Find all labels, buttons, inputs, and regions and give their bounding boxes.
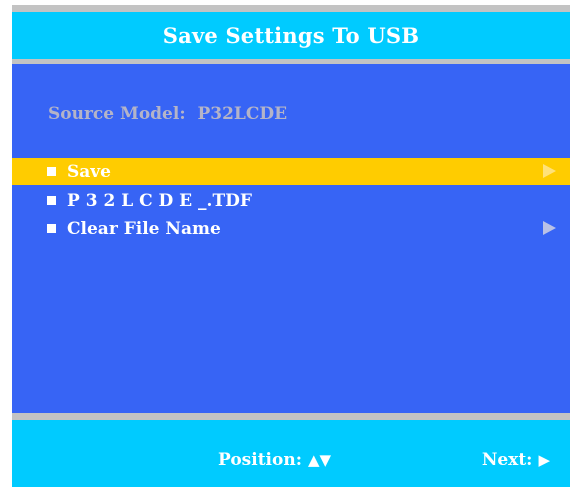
- menu-panel: Source Model: P32LCDE Save P 3 2 L C D E…: [12, 64, 570, 413]
- bullet-icon: [47, 196, 56, 205]
- source-model: Source Model: P32LCDE: [48, 104, 287, 124]
- menu-item-clear-file-name[interactable]: Clear File Name: [12, 215, 570, 242]
- next-label: Next:: [481, 450, 533, 470]
- source-model-value: P32LCDE: [197, 104, 288, 124]
- footer-divider: [12, 413, 570, 420]
- title-bar: Save Settings To USB: [12, 12, 570, 59]
- up-down-arrows-icon: ▲▼: [307, 451, 332, 469]
- dialog-title: Save Settings To USB: [162, 23, 420, 48]
- menu-item-file-name[interactable]: P 3 2 L C D E _.TDF: [12, 187, 570, 214]
- menu-item-label: Clear File Name: [67, 218, 221, 239]
- top-border: [12, 5, 570, 12]
- bullet-icon: [47, 224, 56, 233]
- play-arrow-icon: ▶: [538, 451, 550, 469]
- footer-bar: Position: ▲▼ Next: ▶: [12, 420, 570, 487]
- next-hint: Next: ▶: [482, 450, 550, 470]
- menu-item-label: P 3 2 L C D E _.TDF: [67, 190, 252, 211]
- position-hint: Position: ▲▼: [218, 450, 331, 470]
- menu-item-label: Save: [67, 161, 111, 182]
- arrow-right-icon: [543, 164, 556, 178]
- arrow-right-icon: [543, 221, 556, 235]
- source-model-label: Source Model:: [48, 104, 186, 124]
- position-label: Position:: [218, 450, 302, 470]
- menu-item-save[interactable]: Save: [12, 158, 570, 185]
- bullet-icon: [47, 167, 56, 176]
- usb-settings-dialog: Save Settings To USB Source Model: P32LC…: [12, 5, 570, 487]
